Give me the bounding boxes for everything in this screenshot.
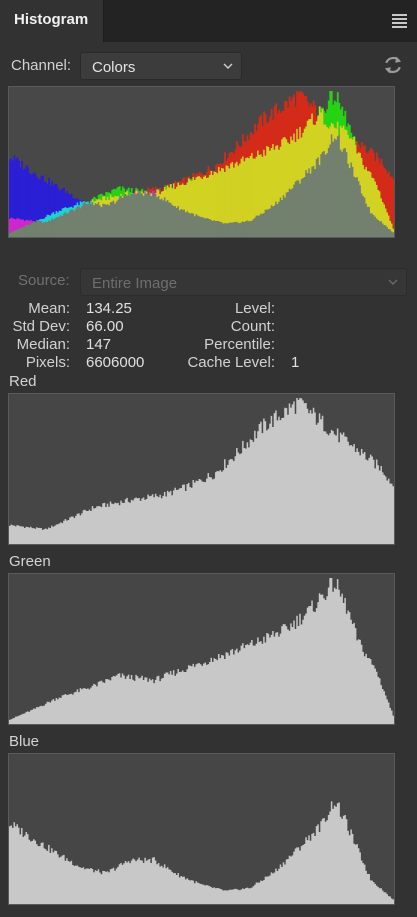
std-dev-label: Std Dev:: [12, 318, 70, 335]
source-label: Source:: [18, 272, 70, 289]
channel-label: Channel:: [11, 57, 72, 74]
composite-histogram-plot: [9, 91, 394, 237]
green-histogram: [8, 573, 395, 725]
pixels-value: 6606000: [86, 354, 145, 371]
composite-histogram: [8, 86, 395, 238]
green-histogram-area: [9, 578, 394, 724]
channel-select-value: Colors: [92, 59, 136, 76]
cache-level-value: 1: [291, 354, 300, 371]
pixels-label: Pixels:: [25, 354, 70, 371]
red-histogram-area: [9, 398, 394, 544]
percentile-label: Percentile:: [204, 336, 275, 353]
cache-level-label: Cache Level:: [187, 354, 275, 371]
source-select-value: Entire Image: [92, 275, 178, 292]
blue-histogram-plot: [9, 801, 394, 904]
std-dev-value: 66.00: [86, 318, 124, 335]
chevron-down-icon: [388, 279, 398, 285]
chevron-down-icon: [223, 63, 233, 69]
blue-histogram: [8, 753, 395, 905]
mean-value: 134.25: [86, 300, 132, 317]
composite-histogram-bars: [9, 91, 394, 237]
source-select: Entire Image: [80, 268, 407, 296]
green-histogram-plot: [9, 578, 394, 724]
level-label: Level:: [234, 300, 275, 317]
panel-menu-icon[interactable]: [392, 14, 407, 28]
tab-histogram[interactable]: Histogram: [0, 0, 104, 42]
red-histogram: [8, 393, 395, 545]
panel-header: Histogram: [0, 0, 417, 42]
mean-label: Mean:: [28, 300, 70, 317]
tab-histogram-label: Histogram: [14, 11, 89, 28]
median-value: 147: [86, 336, 112, 353]
blue-channel-label: Blue: [9, 733, 40, 750]
count-label: Count:: [230, 318, 275, 335]
channel-select[interactable]: Colors: [80, 52, 242, 80]
blue-histogram-area: [9, 801, 394, 904]
red-channel-label: Red: [9, 373, 37, 390]
median-label: Median:: [16, 336, 70, 353]
red-histogram-plot: [9, 398, 394, 544]
green-channel-label: Green: [9, 553, 51, 570]
refresh-icon[interactable]: [382, 54, 404, 76]
